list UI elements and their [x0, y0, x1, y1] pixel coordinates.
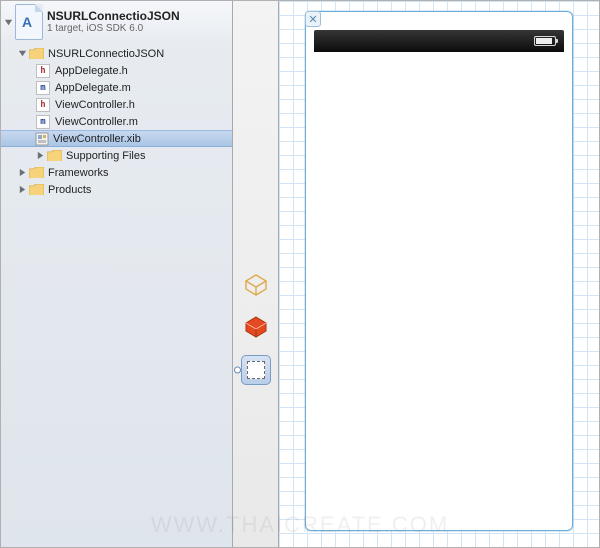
file-label: ViewController.xib [53, 133, 141, 145]
group-label: Supporting Files [66, 150, 146, 162]
disclosure-open-icon[interactable] [17, 49, 27, 59]
tree-group[interactable]: Supporting Files [1, 147, 232, 164]
tree-file[interactable]: m ViewController.m [1, 113, 232, 130]
impl-file-icon: m [35, 80, 51, 96]
impl-file-icon: m [35, 114, 51, 130]
project-subtitle: 1 target, iOS SDK 6.0 [47, 23, 180, 35]
battery-icon [534, 36, 556, 46]
outlet-dot-icon [234, 367, 241, 374]
disclosure-closed-icon[interactable] [17, 185, 27, 195]
tree-file-selected[interactable]: ViewController.xib [1, 130, 232, 147]
group-label: NSURLConnectioJSON [48, 48, 164, 60]
tree-file[interactable]: m AppDelegate.m [1, 79, 232, 96]
file-label: ViewController.m [55, 116, 138, 128]
folder-icon [29, 184, 44, 196]
group-label: Frameworks [48, 167, 109, 179]
tree-group[interactable]: NSURLConnectioJSON [1, 45, 232, 62]
disclosure-closed-icon[interactable] [17, 168, 27, 178]
tree-file[interactable]: h ViewController.h [1, 96, 232, 113]
interface-builder-canvas[interactable]: ✕ [279, 1, 599, 547]
xib-file-icon [35, 132, 49, 146]
disclosure-closed-icon[interactable] [35, 151, 45, 161]
xcode-window: NSURLConnectioJSON 1 target, iOS SDK 6.0… [0, 0, 600, 548]
device-view-frame[interactable]: ✕ [305, 11, 573, 531]
header-file-icon: h [35, 97, 51, 113]
file-label: AppDelegate.h [55, 65, 128, 77]
tree-group[interactable]: Products [1, 181, 232, 198]
folder-icon [29, 48, 44, 60]
view-object-icon[interactable] [241, 355, 271, 385]
disclosure-open-icon[interactable] [3, 17, 13, 27]
ios-statusbar [314, 30, 564, 52]
header-file-icon: h [35, 63, 51, 79]
file-label: AppDelegate.m [55, 82, 131, 94]
xcode-project-icon [15, 4, 43, 40]
files-owner-cube-icon[interactable] [242, 313, 270, 341]
folder-icon [47, 150, 62, 162]
file-tree: NSURLConnectioJSON h AppDelegate.h m App… [1, 43, 232, 198]
placeholder-cube-icon[interactable] [242, 271, 270, 299]
project-title: NSURLConnectioJSON [47, 9, 180, 23]
project-header[interactable]: NSURLConnectioJSON 1 target, iOS SDK 6.0 [1, 1, 232, 43]
group-label: Products [48, 184, 91, 196]
close-handle-icon[interactable]: ✕ [305, 11, 321, 27]
project-navigator: NSURLConnectioJSON 1 target, iOS SDK 6.0… [1, 1, 233, 547]
document-outline-strip [233, 1, 279, 547]
folder-icon [29, 167, 44, 179]
tree-file[interactable]: h AppDelegate.h [1, 62, 232, 79]
tree-group[interactable]: Frameworks [1, 164, 232, 181]
file-label: ViewController.h [55, 99, 135, 111]
